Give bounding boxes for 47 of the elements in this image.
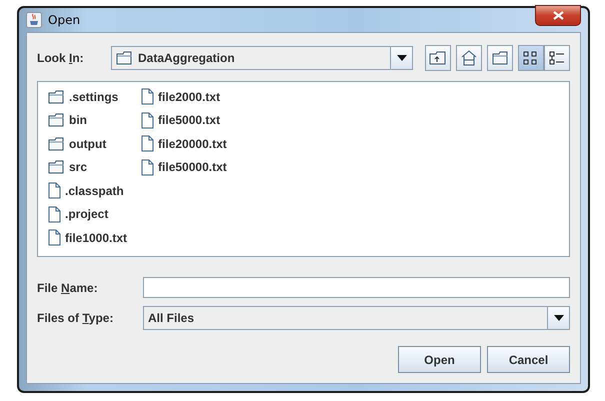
folder-icon	[48, 113, 65, 128]
close-button[interactable]	[535, 5, 581, 26]
file-icon	[141, 135, 154, 152]
file-icon	[48, 206, 61, 223]
details-view-icon	[549, 50, 565, 66]
folder-icon	[492, 51, 508, 65]
new-folder-button[interactable]	[487, 45, 513, 71]
list-view-icon	[523, 50, 539, 66]
file-name-field[interactable]	[143, 277, 570, 298]
folder-name[interactable]: src	[69, 160, 88, 174]
file-name[interactable]: file20000.txt	[158, 136, 227, 151]
folder-icon	[48, 136, 65, 151]
details-view-button[interactable]	[544, 45, 570, 71]
look-in-label: Look In:	[37, 51, 85, 65]
file-name[interactable]: file50000.txt	[158, 160, 227, 174]
folder-name[interactable]: output	[69, 136, 106, 151]
folder-icon	[48, 90, 65, 104]
folder-icon	[116, 51, 133, 65]
folder-name[interactable]: .settings	[69, 90, 118, 104]
files-of-type-dropdown[interactable]: All Files	[143, 306, 570, 330]
caret-icon	[396, 55, 406, 61]
close-icon	[552, 11, 564, 20]
file-icon	[141, 88, 154, 106]
file-name[interactable]: file5000.txt	[158, 113, 220, 128]
file-name[interactable]: .classpath	[65, 184, 124, 198]
file-name-label: File Name:	[37, 280, 99, 294]
cancel-button[interactable]: Cancel	[487, 346, 570, 373]
folder-name[interactable]: bin	[69, 113, 87, 128]
list-view-button[interactable]	[518, 45, 544, 71]
files-of-type-label: Files of Type:	[37, 311, 114, 325]
file-icon	[141, 158, 154, 176]
home-icon	[461, 50, 477, 66]
folder-icon	[48, 160, 65, 174]
file-name[interactable]: .project	[65, 207, 108, 222]
file-name[interactable]: file2000.txt	[158, 90, 220, 104]
up-folder-button[interactable]	[425, 45, 451, 71]
file-icon	[48, 229, 61, 246]
caret-icon	[554, 315, 564, 321]
file-icon	[48, 182, 61, 200]
open-button[interactable]: Open	[398, 346, 481, 373]
coffee-cup-icon	[26, 12, 42, 28]
look-in-dropdown[interactable]: DataAggregation	[111, 46, 413, 70]
file-icon	[141, 112, 154, 129]
window-title: Open	[48, 13, 82, 27]
file-name[interactable]: file1000.txt	[65, 230, 128, 245]
folder-up-arrow-icon	[429, 51, 447, 65]
home-button[interactable]	[456, 45, 482, 71]
